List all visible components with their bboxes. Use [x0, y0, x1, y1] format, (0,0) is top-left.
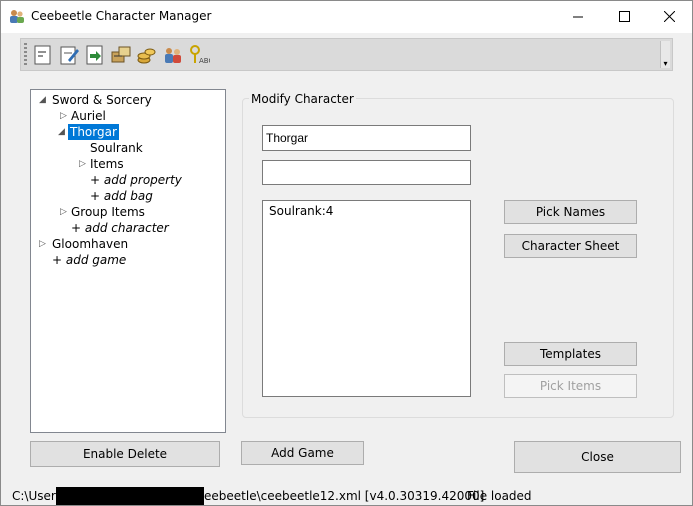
templates-button[interactable]: Templates: [504, 342, 637, 366]
toolbar-overflow-button[interactable]: ▾: [660, 41, 670, 68]
pick-names-button[interactable]: Pick Names: [504, 200, 637, 224]
svg-text:ABC: ABC: [199, 57, 210, 65]
character-sheet-button[interactable]: Character Sheet: [504, 234, 637, 258]
tree-item-property[interactable]: Soulrank: [90, 140, 143, 156]
characters-button[interactable]: [162, 44, 184, 66]
toolbar: ABC ▾: [20, 38, 673, 71]
tree-item-character[interactable]: Auriel: [71, 108, 106, 124]
people-icon: [10, 10, 24, 23]
toolbar-grip[interactable]: [24, 43, 27, 67]
pick-items-button[interactable]: Pick Items: [504, 374, 637, 398]
game-tree[interactable]: ◢ Sword & Sorcery ▷ Auriel ◢ Thorgar Sou…: [30, 89, 226, 433]
chevron-down-icon: ▾: [663, 59, 668, 68]
expand-icon[interactable]: ▷: [60, 204, 69, 220]
edit-file-button[interactable]: [58, 44, 80, 66]
main-window: Ceebeetle Character Manager AB ▾ ◢ Sword…: [0, 0, 693, 506]
close-button[interactable]: Close: [514, 441, 681, 473]
tree-item-add-bag[interactable]: + add bag: [90, 188, 153, 204]
tree-item-game[interactable]: Gloomhaven: [52, 236, 128, 252]
character-name-field[interactable]: [262, 125, 471, 151]
window-title: Ceebeetle Character Manager: [31, 9, 212, 23]
collapse-icon[interactable]: ◢: [39, 92, 48, 108]
minimize-icon: [573, 16, 583, 17]
tree-item-bag[interactable]: Items: [90, 156, 124, 172]
enable-delete-button[interactable]: Enable Delete: [30, 441, 220, 467]
new-file-icon: [34, 45, 51, 65]
tree-item-group-items[interactable]: Group Items: [71, 204, 145, 220]
close-window-button[interactable]: [646, 1, 692, 32]
group-legend: Modify Character: [249, 92, 356, 106]
status-message: File loaded: [467, 489, 532, 503]
close-icon: [663, 11, 675, 22]
minimize-button[interactable]: [555, 1, 601, 32]
import-file-button[interactable]: [84, 44, 106, 66]
expand-icon[interactable]: ▷: [60, 108, 69, 124]
list-item[interactable]: Soulrank:4: [269, 204, 464, 218]
dice-icon: [111, 46, 131, 63]
tree-item-character-selected[interactable]: Thorgar: [68, 124, 119, 140]
tree-item-game[interactable]: Sword & Sorcery: [52, 92, 152, 108]
key-text-button[interactable]: ABC: [188, 44, 213, 66]
dice-button[interactable]: [110, 44, 132, 66]
import-file-icon: [86, 45, 103, 65]
coins-button[interactable]: [136, 44, 158, 66]
maximize-button[interactable]: [601, 1, 647, 32]
status-path-prefix: C:\Users: [12, 489, 63, 503]
new-file-button[interactable]: [32, 44, 54, 66]
tree-item-add-property[interactable]: + add property: [90, 172, 182, 188]
edit-file-icon: [60, 46, 79, 65]
coins-icon: [137, 48, 156, 64]
status-path: eebeetle\ceebeetle12.xml [v4.0.30319.420…: [204, 489, 485, 503]
property-list[interactable]: Soulrank:4: [262, 200, 471, 397]
add-game-button[interactable]: Add Game: [241, 441, 364, 465]
expand-icon[interactable]: ▷: [79, 156, 88, 172]
tree-item-add-game[interactable]: + add game: [52, 252, 126, 268]
characters-icon: [165, 48, 181, 63]
redaction-bar: [56, 487, 204, 505]
collapse-icon[interactable]: ◢: [58, 124, 67, 140]
maximize-icon: [618, 11, 630, 22]
expand-icon[interactable]: ▷: [39, 236, 48, 252]
key-text-icon: ABC: [190, 45, 213, 65]
tree-item-add-character[interactable]: + add character: [71, 220, 169, 236]
title-bar[interactable]: Ceebeetle Character Manager: [1, 1, 692, 33]
secondary-field[interactable]: [262, 160, 471, 185]
